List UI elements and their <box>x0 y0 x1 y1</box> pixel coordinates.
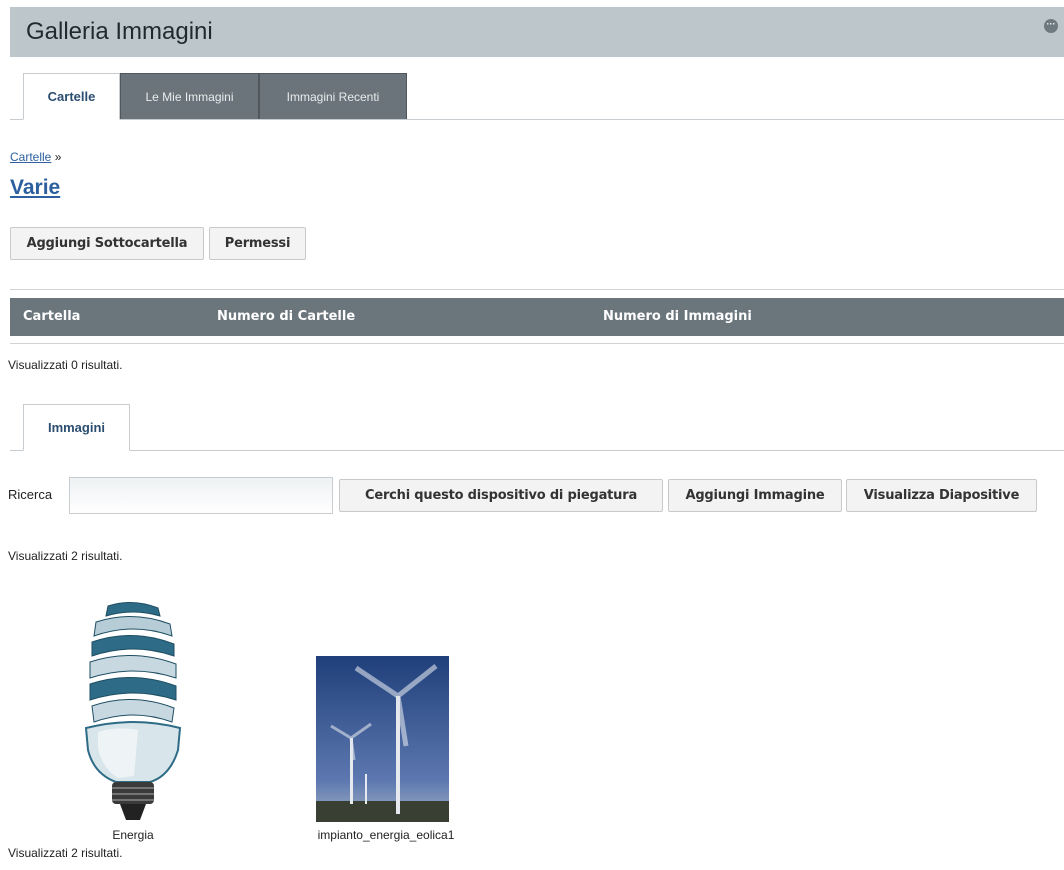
folders-status-text: Visualizzati 0 risultati. <box>8 358 123 372</box>
column-header-cartella[interactable]: Cartella <box>23 309 80 324</box>
folders-table-header: Cartella Numero di Cartelle Numero di Im… <box>10 298 1064 336</box>
column-header-numero-cartelle[interactable]: Numero di Cartelle <box>217 309 355 324</box>
tab-immagini-recenti[interactable]: Immagini Recenti <box>259 73 407 119</box>
images-status-top: Visualizzati 2 risultati. <box>8 549 123 563</box>
permissions-button[interactable]: Permessi <box>209 227 306 260</box>
portlet-title: Galleria Immagini <box>26 18 213 45</box>
search-folder-button[interactable]: Cerchi questo dispositivo di piegatura <box>339 479 663 512</box>
top-tabs: Cartelle Le Mie Immagini Immagini Recent… <box>10 73 1064 120</box>
tab-le-mie-immagini[interactable]: Le Mie Immagini <box>120 73 259 119</box>
tab-cartelle[interactable]: Cartelle <box>23 73 120 120</box>
breadcrumb: Cartelle » <box>10 150 61 164</box>
options-icon[interactable]: ··· <box>1044 19 1058 33</box>
search-input[interactable] <box>69 477 333 514</box>
folder-title[interactable]: Varie <box>10 176 60 200</box>
add-subfolder-button[interactable]: Aggiungi Sottocartella <box>10 227 204 260</box>
images-tabs: Immagini <box>10 404 1064 451</box>
divider <box>10 289 1064 290</box>
view-slideshow-button[interactable]: Visualizza Diapositive <box>846 479 1037 512</box>
images-status-bottom: Visualizzati 2 risultati. <box>8 846 123 860</box>
portlet-header: Galleria Immagini <box>10 7 1064 57</box>
tab-immagini[interactable]: Immagini <box>23 404 130 451</box>
thumbnail-caption[interactable]: Energia <box>83 828 183 842</box>
breadcrumb-link-cartelle[interactable]: Cartelle <box>10 150 51 164</box>
light-bulb-icon[interactable] <box>78 598 188 822</box>
column-header-numero-immagini[interactable]: Numero di Immagini <box>603 309 752 324</box>
divider <box>10 343 1064 344</box>
add-image-button[interactable]: Aggiungi Immagine <box>668 479 842 512</box>
search-label: Ricerca <box>8 487 53 502</box>
breadcrumb-separator: » <box>54 150 62 164</box>
wind-turbine-photo[interactable] <box>316 656 449 822</box>
thumbnail-caption[interactable]: impianto_energia_eolica1 <box>300 828 472 842</box>
